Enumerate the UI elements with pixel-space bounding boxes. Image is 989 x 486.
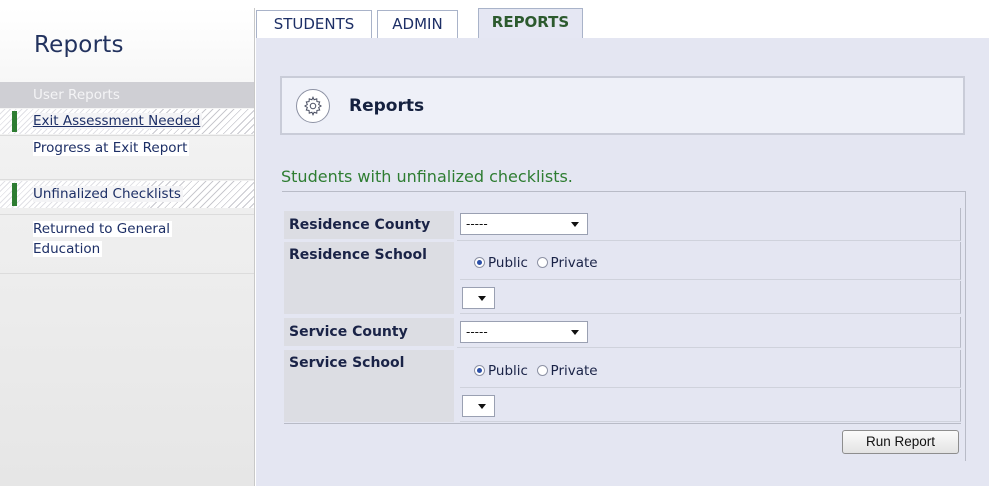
residence-county-value: ----- — [466, 217, 488, 231]
report-header: Reports — [280, 76, 965, 135]
service-school-select-cell — [460, 389, 961, 422]
sidebar-item-progress-at-exit-report[interactable]: Progress at Exit Report — [0, 136, 254, 168]
report-subtitle: Students with unfinalized checklists. — [281, 167, 573, 186]
sidebar-item-label[interactable]: Progress at Exit Report — [33, 140, 190, 156]
residence-school-radio-group: Public Private — [474, 255, 598, 271]
active-indicator — [12, 111, 17, 132]
sidebar-item-returned-to-general-education[interactable]: Returned to General Education — [0, 215, 254, 273]
service-school-radio-cell: Public Private — [460, 350, 961, 388]
run-report-button[interactable]: Run Report — [842, 430, 959, 454]
report-filter-form: Residence County ----- Residence School … — [282, 191, 966, 461]
residence-school-private-radio[interactable] — [536, 257, 548, 268]
service-county-cell: ----- — [457, 317, 961, 348]
sidebar-item-label[interactable]: Exit Assessment Needed — [33, 113, 203, 129]
chevron-down-icon — [478, 404, 486, 409]
residence-school-select-cell — [460, 281, 961, 314]
residence-school-select[interactable] — [462, 287, 495, 309]
service-school-label: Service School — [284, 350, 454, 422]
sidebar-item-exit-assessment-needed[interactable]: Exit Assessment Needed — [0, 109, 254, 134]
active-indicator — [12, 183, 17, 206]
radio-label-public: Public — [488, 255, 528, 271]
main-panel: Reports Students with unfinalized checkl… — [256, 38, 989, 486]
service-school-private-radio[interactable] — [536, 365, 548, 376]
tab-admin[interactable]: ADMIN — [377, 10, 458, 38]
residence-county-select[interactable]: ----- — [460, 213, 588, 235]
service-county-select[interactable]: ----- — [460, 321, 588, 343]
tab-reports[interactable]: REPORTS — [478, 8, 583, 39]
chevron-down-icon — [571, 330, 579, 335]
radio-label-private: Private — [550, 255, 598, 271]
residence-county-label: Residence County — [284, 211, 454, 239]
radio-label-public: Public — [488, 363, 528, 379]
page-title: Reports — [349, 96, 425, 116]
service-school-select[interactable] — [462, 395, 495, 417]
sidebar: Reports User Reports Exit Assessment Nee… — [0, 8, 255, 486]
sidebar-title: Reports — [34, 32, 124, 58]
form-divider — [284, 423, 961, 424]
chevron-down-icon — [571, 222, 579, 227]
radio-label-private: Private — [550, 363, 598, 379]
gear-icon — [296, 89, 330, 123]
residence-school-public-radio[interactable] — [474, 257, 485, 268]
sidebar-item-unfinalized-checklists[interactable]: Unfinalized Checklists — [0, 181, 254, 208]
sidebar-section-user-reports: User Reports — [0, 82, 254, 108]
sidebar-item-label-line1[interactable]: Returned to General — [33, 221, 173, 237]
service-school-public-radio[interactable] — [474, 365, 485, 376]
service-county-label: Service County — [284, 318, 454, 346]
tab-students[interactable]: STUDENTS — [256, 10, 372, 38]
sidebar-item-label-line2[interactable]: Education — [33, 241, 103, 257]
residence-county-cell: ----- — [457, 208, 961, 241]
residence-school-label: Residence School — [284, 242, 454, 314]
service-county-value: ----- — [466, 325, 488, 339]
sidebar-item-label[interactable]: Unfinalized Checklists — [33, 186, 183, 202]
tab-bar: STUDENTS ADMIN REPORTS — [256, 8, 989, 39]
residence-school-radio-cell: Public Private — [460, 242, 961, 280]
service-school-radio-group: Public Private — [474, 363, 598, 379]
chevron-down-icon — [478, 296, 486, 301]
